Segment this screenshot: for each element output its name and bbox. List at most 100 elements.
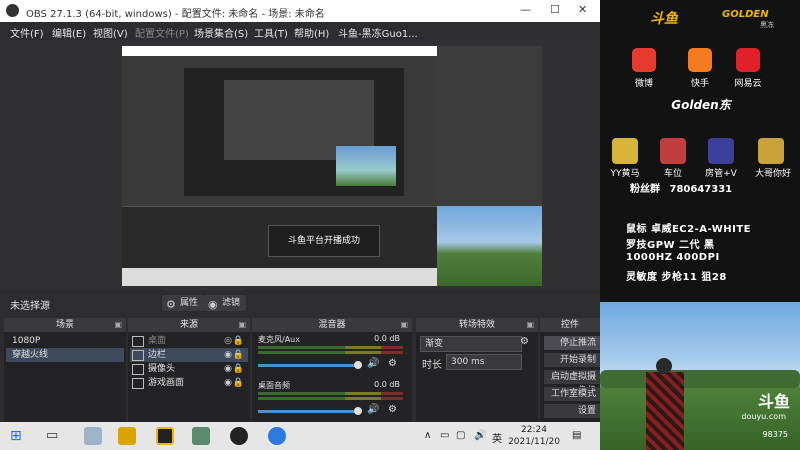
virtual-camera-button[interactable]: 启动虚拟摄像机 [544, 370, 600, 396]
visibility-icon[interactable]: ◉ [224, 348, 232, 362]
spec-line: 鼠标 卓威EC2-A-WHITE [626, 224, 751, 235]
menu-profile[interactable]: 配置文件(P) [135, 25, 189, 40]
monitor-icon [132, 336, 144, 347]
mixer-channel-desktop: 桌面音频 0.0 dB 🔊 ⚙ [254, 380, 404, 422]
sources-dock: 来源 ▣ 桌面 ◎ 🔒 边栏 ◉ 🔒 摄像头 ◉ 🔒 游戏画面 ◉ 🔒 [128, 318, 250, 422]
nested-taskbar-preview [122, 268, 437, 286]
start-recording-button[interactable]: 开始录制 [544, 353, 600, 367]
volume-icon[interactable]: 🔊 [474, 430, 486, 441]
dock-close-icon[interactable]: ▣ [526, 318, 534, 332]
duration-input[interactable]: 300 ms [446, 354, 522, 370]
stream-started-toast: 斗鱼平台开播成功 [268, 225, 380, 257]
visibility-icon[interactable]: ◎ [224, 334, 232, 348]
menu-help[interactable]: 帮助(H) [294, 25, 329, 40]
car-badge-icon [660, 138, 686, 164]
app-icon[interactable] [118, 427, 136, 445]
gear-icon[interactable]: ⚙ [520, 336, 529, 347]
menu-scene-collection[interactable]: 场景集合(S) [194, 25, 248, 40]
source-item[interactable]: 边栏 ◉ 🔒 [130, 348, 248, 362]
visibility-icon[interactable]: ◉ [224, 362, 232, 376]
transitions-dock: 转场特效 ▣ 渐变 ⚙ 时长 300 ms [416, 318, 538, 422]
spec-line: 罗技GPW 二代 黑 [626, 240, 715, 251]
source-item[interactable]: 游戏画面 ◉ 🔒 [130, 376, 248, 390]
transition-select[interactable]: 渐变 [420, 336, 522, 352]
network-icon[interactable]: ▭ [440, 430, 449, 441]
maximize-button[interactable]: ☐ [550, 3, 560, 16]
camera-icon [132, 364, 144, 375]
source-item[interactable]: 桌面 ◎ 🔒 [130, 334, 248, 348]
brand-banner: 斗鱼 GOLDEN 黑冻 [650, 9, 774, 29]
golden-logo: GOLDEN [722, 9, 769, 20]
gear-icon[interactable]: ⚙ [388, 358, 397, 369]
gear-icon[interactable]: ⚙ [388, 404, 397, 415]
game-capture-icon [132, 378, 144, 389]
stop-streaming-button[interactable]: 停止推流 [544, 336, 600, 350]
dock-close-icon[interactable]: ▣ [114, 318, 122, 332]
kuaishou-icon [688, 48, 712, 72]
filters-button[interactable]: ◉ 滤镜 [204, 295, 247, 311]
menu-tools[interactable]: 工具(T) [254, 25, 288, 40]
lock-icon[interactable]: 🔒 [233, 348, 244, 362]
ime-indicator[interactable]: 英 [492, 430, 502, 445]
volume-slider-knob[interactable] [354, 407, 362, 415]
menu-view[interactable]: 视图(V) [93, 25, 128, 40]
speaker-icon[interactable]: 🔊 [367, 404, 379, 415]
weibo-icon [632, 48, 656, 72]
volume-meter [258, 392, 403, 395]
dock-close-icon[interactable]: ▣ [400, 318, 408, 332]
title-bar: OBS 27.1.3 (64-bit, windows) - 配置文件: 未命名… [0, 0, 600, 22]
room-id: 98375 [762, 430, 788, 439]
transitions-header: 转场特效 ▣ [416, 318, 538, 332]
settings-button[interactable]: 设置 [544, 404, 600, 418]
visibility-icon[interactable]: ◉ [224, 376, 232, 390]
menu-douyu[interactable]: 斗鱼-黑冻Guo1... [338, 25, 418, 40]
app-icon[interactable] [156, 427, 174, 445]
obs-taskbar-icon[interactable] [230, 427, 248, 445]
windows-start-icon[interactable]: ⊞ [10, 428, 22, 444]
no-source-label: 未选择源 [10, 301, 50, 312]
filter-icon: ◉ [208, 298, 218, 311]
scenes-header: 场景 ▣ [4, 318, 126, 332]
properties-button[interactable]: ⚙ 属性 [162, 295, 205, 311]
app-icon[interactable] [192, 427, 210, 445]
menu-bar: 文件(F) 编辑(E) 视图(V) 配置文件(P) 场景集合(S) 工具(T) … [0, 22, 600, 40]
person-figure [646, 358, 684, 450]
scene-item[interactable]: 1080P [6, 334, 124, 348]
volume-slider-knob[interactable] [354, 361, 362, 369]
gear-icon: ⚙ [166, 298, 176, 311]
admin-badge-icon [708, 138, 734, 164]
source-item[interactable]: 摄像头 ◉ 🔒 [130, 362, 248, 376]
dock-close-icon[interactable]: ▣ [238, 318, 246, 332]
app-icon[interactable] [268, 427, 286, 445]
scenes-dock: 场景 ▣ 1080P 穿越火线 [4, 318, 126, 422]
duration-label: 时长 [422, 360, 442, 371]
fan-group: 粉丝群 780647331 [630, 184, 733, 195]
display-icon[interactable]: ▢ [456, 430, 465, 441]
volume-slider[interactable] [258, 364, 358, 367]
system-clock[interactable]: 22:24 2021/11/20 [508, 424, 560, 448]
image-icon [132, 350, 144, 361]
app-icon[interactable] [84, 427, 102, 445]
menu-file[interactable]: 文件(F) [10, 25, 44, 40]
notification-icon[interactable]: ▤ [572, 430, 581, 441]
boss-badge-icon [758, 138, 784, 164]
task-view-icon[interactable]: ▭ [46, 428, 58, 443]
mixer-header: 混音器 ▣ [252, 318, 412, 332]
close-button[interactable]: ✕ [578, 3, 587, 16]
nested-overlay-preview [437, 46, 542, 206]
lock-icon[interactable]: 🔒 [233, 362, 244, 376]
chevron-up-icon[interactable]: ∧ [424, 430, 431, 441]
lock-icon[interactable]: 🔒 [233, 376, 244, 390]
studio-mode-button[interactable]: 工作室模式 [544, 387, 600, 401]
speaker-icon[interactable]: 🔊 [367, 358, 379, 369]
scene-item[interactable]: 穿越火线 [6, 348, 124, 362]
nested-obs-screenshot [122, 46, 437, 206]
volume-slider[interactable] [258, 410, 358, 413]
menu-edit[interactable]: 编辑(E) [52, 25, 86, 40]
camera-feed: 斗鱼 douyu.com 98375 [600, 302, 800, 450]
volume-meter [258, 397, 403, 400]
douyu-watermark: 斗鱼 [757, 392, 790, 411]
minimize-button[interactable]: — [520, 3, 531, 16]
spec-line: 灵敏度 步枪11 狙28 [626, 272, 727, 283]
lock-icon[interactable]: 🔒 [233, 334, 244, 348]
